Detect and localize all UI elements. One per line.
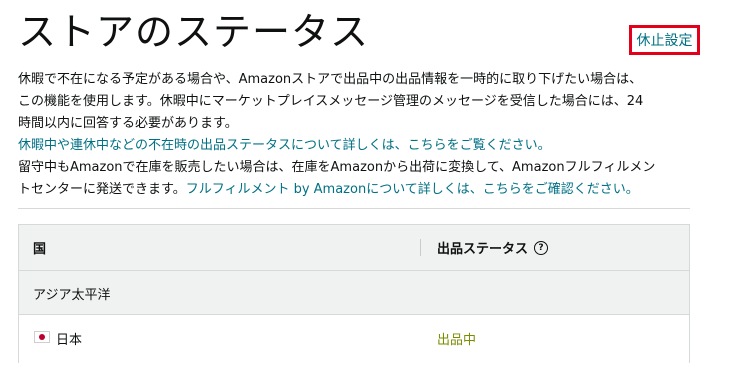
section-divider [18, 208, 690, 209]
vacation-status-link-line: 休暇中や連休中などの不在時の出品ステータスについて詳しくは、こちらをご覧ください… [18, 135, 698, 157]
country-name: 日本 [56, 333, 83, 348]
table-row: 日本 出品中 [19, 315, 689, 363]
table-header: 国 出品ステータス ? [19, 225, 689, 271]
description-line: トセンターに発送できます。フルフィルメント by Amazonについて詳しくは、… [18, 179, 698, 201]
status-badge: 出品中 [437, 333, 477, 348]
vacation-status-help-link[interactable]: 休暇中や連休中などの不在時の出品ステータスについて詳しくは、こちらをご覧ください… [18, 138, 551, 153]
description-line: 時間以内に回答する必要があります。 [18, 116, 238, 131]
table-row-region: アジア太平洋 [19, 271, 689, 315]
question-circle-icon[interactable]: ? [534, 240, 549, 255]
description-line: 休暇で不在になる予定がある場合や、Amazonストアで出品中の出品情報を一時的に… [18, 72, 643, 87]
column-header-status: 出品ステータス ? [437, 238, 549, 257]
description-text: トセンターに発送できます。 [18, 182, 186, 197]
description-line: この機能を使用します。休暇中にマーケットプレイスメッセージ管理のメッセージを受信… [18, 94, 644, 109]
fba-help-link[interactable]: フルフィルメント by Amazonについて詳しくは、こちらをご確認ください。 [186, 182, 639, 197]
suspend-settings-button[interactable]: 休止設定 [629, 25, 700, 55]
listing-status-table: 国 出品ステータス ? アジア太平洋 日本 出品中 [18, 224, 690, 363]
japan-flag-icon [34, 331, 50, 343]
column-separator [420, 239, 421, 256]
column-header-country: 国 [33, 242, 47, 257]
page-title: ストアのステータス [18, 10, 370, 54]
description: 休暇で不在になる予定がある場合や、Amazonストアで出品中の出品情報を一時的に… [18, 69, 698, 201]
store-status-page: ストアのステータス 休止設定 休暇で不在になる予定がある場合や、Amazonスト… [0, 0, 742, 377]
region-label: アジア太平洋 [33, 288, 111, 303]
description-line: 留守中もAmazonで在庫を販売したい場合は、在庫をAmazonから出荷に変換し… [18, 160, 656, 175]
column-header-status-label: 出品ステータス [437, 242, 529, 257]
